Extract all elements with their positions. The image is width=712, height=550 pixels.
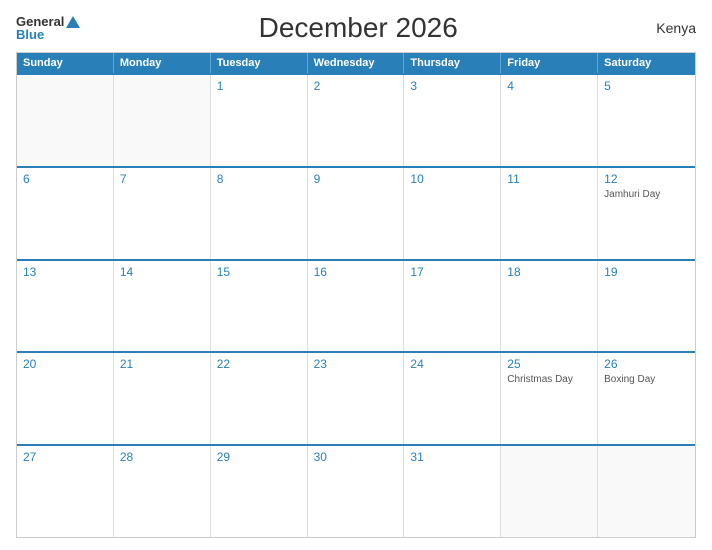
header: General Blue December 2026 Kenya xyxy=(16,12,696,44)
col-thursday: Thursday xyxy=(404,53,501,73)
calendar-title: December 2026 xyxy=(80,12,636,44)
logo-triangle-icon xyxy=(66,16,80,28)
day-number: 7 xyxy=(120,172,204,186)
page: General Blue December 2026 Kenya Sunday … xyxy=(0,0,712,550)
calendar-cell: 31 xyxy=(404,446,501,537)
calendar-cell: 8 xyxy=(211,168,308,259)
country-label: Kenya xyxy=(636,20,696,36)
day-number: 24 xyxy=(410,357,494,371)
calendar-cell: 3 xyxy=(404,75,501,166)
calendar-cell: 15 xyxy=(211,261,308,352)
logo-blue-text: Blue xyxy=(16,28,44,41)
calendar-header: Sunday Monday Tuesday Wednesday Thursday… xyxy=(17,53,695,73)
calendar-cell: 1 xyxy=(211,75,308,166)
calendar-cell: 24 xyxy=(404,353,501,444)
day-number: 15 xyxy=(217,265,301,279)
calendar-cell: 14 xyxy=(114,261,211,352)
day-number: 11 xyxy=(507,172,591,186)
day-number: 19 xyxy=(604,265,689,279)
day-number: 27 xyxy=(23,450,107,464)
calendar-cell xyxy=(598,446,695,537)
calendar-cell: 22 xyxy=(211,353,308,444)
calendar-cell: 17 xyxy=(404,261,501,352)
col-saturday: Saturday xyxy=(598,53,695,73)
week-2: 6789 10 11 12 Jamhuri Day xyxy=(17,166,695,259)
calendar-cell: 19 xyxy=(598,261,695,352)
day-number: 9 xyxy=(314,172,398,186)
calendar-cell: 9 xyxy=(308,168,405,259)
calendar-cell: 7 xyxy=(114,168,211,259)
calendar-cell: 29 xyxy=(211,446,308,537)
col-tuesday: Tuesday xyxy=(211,53,308,73)
calendar-cell: 30 xyxy=(308,446,405,537)
day-number: 10 xyxy=(410,172,494,186)
col-friday: Friday xyxy=(501,53,598,73)
day-number: 1 xyxy=(217,79,301,93)
calendar-cell: 18 xyxy=(501,261,598,352)
calendar-cell: 27 xyxy=(17,446,114,537)
day-number: 16 xyxy=(314,265,398,279)
day-number: 20 xyxy=(23,357,107,371)
col-sunday: Sunday xyxy=(17,53,114,73)
day-event: Jamhuri Day xyxy=(604,188,689,201)
calendar: Sunday Monday Tuesday Wednesday Thursday… xyxy=(16,52,696,538)
calendar-cell: 10 xyxy=(404,168,501,259)
day-number: 28 xyxy=(120,450,204,464)
calendar-cell: 28 xyxy=(114,446,211,537)
calendar-cell: 20 xyxy=(17,353,114,444)
day-number: 31 xyxy=(410,450,494,464)
day-number: 5 xyxy=(604,79,689,93)
day-number: 23 xyxy=(314,357,398,371)
logo: General Blue xyxy=(16,15,80,41)
col-wednesday: Wednesday xyxy=(308,53,405,73)
day-number: 21 xyxy=(120,357,204,371)
week-5: 27 28 29 30 31 xyxy=(17,444,695,537)
day-event: Christmas Day xyxy=(507,373,591,386)
calendar-cell: 13 xyxy=(17,261,114,352)
day-number: 13 xyxy=(23,265,107,279)
calendar-cell: 26 Boxing Day xyxy=(598,353,695,444)
day-number: 4 xyxy=(507,79,591,93)
day-number: 2 xyxy=(314,79,398,93)
calendar-cell: 5 xyxy=(598,75,695,166)
calendar-cell: 23 xyxy=(308,353,405,444)
calendar-cell: 12 Jamhuri Day xyxy=(598,168,695,259)
calendar-body: 123456789101112Jamhuri Day13141516171819… xyxy=(17,73,695,537)
day-number: 3 xyxy=(410,79,494,93)
calendar-cell xyxy=(17,75,114,166)
day-event: Boxing Day xyxy=(604,373,689,386)
calendar-cell xyxy=(114,75,211,166)
day-number: 17 xyxy=(410,265,494,279)
calendar-cell xyxy=(501,446,598,537)
week-3: 13 14 15 16 17 18 19 xyxy=(17,259,695,352)
calendar-cell: 11 xyxy=(501,168,598,259)
calendar-cell: 2 xyxy=(308,75,405,166)
day-number: 6 xyxy=(23,172,107,186)
col-monday: Monday xyxy=(114,53,211,73)
calendar-cell: 4 xyxy=(501,75,598,166)
calendar-cell: 25 Christmas Day xyxy=(501,353,598,444)
calendar-cell: 21 xyxy=(114,353,211,444)
day-number: 26 xyxy=(604,357,689,371)
week-1: 12345 xyxy=(17,73,695,166)
day-number: 18 xyxy=(507,265,591,279)
day-number: 25 xyxy=(507,357,591,371)
calendar-cell: 6 xyxy=(17,168,114,259)
week-4: 20 21 22 23 24 25 Christmas Day 26 Boxing Day xyxy=(17,351,695,444)
day-number: 14 xyxy=(120,265,204,279)
calendar-cell: 16 xyxy=(308,261,405,352)
day-number: 8 xyxy=(217,172,301,186)
day-number: 22 xyxy=(217,357,301,371)
day-number: 30 xyxy=(314,450,398,464)
day-number: 12 xyxy=(604,172,689,186)
day-number: 29 xyxy=(217,450,301,464)
